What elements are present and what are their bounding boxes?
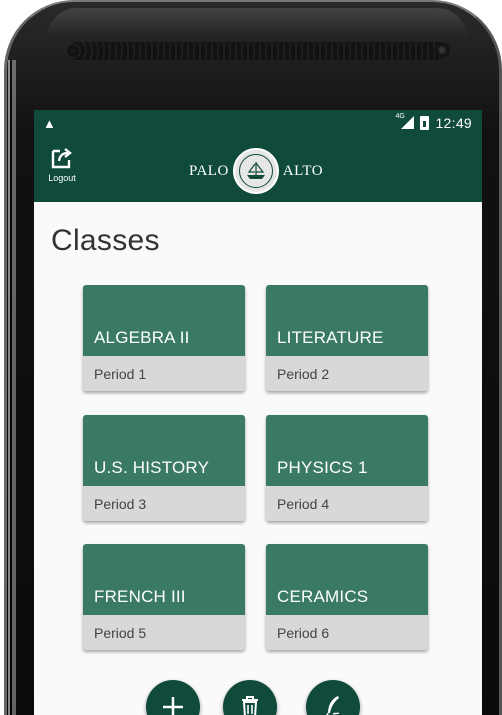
status-bar: ▲ 4G 12:49 xyxy=(34,110,482,138)
class-card[interactable]: CERAMICS Period 6 xyxy=(266,544,428,650)
logout-label: Logout xyxy=(48,173,76,183)
class-period: Period 5 xyxy=(83,615,245,650)
class-period: Period 4 xyxy=(266,486,428,521)
school-seal-icon xyxy=(232,148,279,194)
class-name: CERAMICS xyxy=(277,587,369,606)
logout-icon xyxy=(51,148,72,169)
status-clock: 12:49 xyxy=(435,115,472,131)
brand-text-right: ALTO xyxy=(282,162,324,179)
class-card[interactable]: FRENCH III Period 5 xyxy=(83,544,245,650)
class-name: U.S. HISTORY xyxy=(94,458,210,477)
class-period: Period 3 xyxy=(83,486,245,521)
phone-speaker xyxy=(67,42,447,60)
class-card[interactable]: ALGEBRA II Period 1 xyxy=(83,285,245,391)
app-screen: ▲ 4G 12:49 Logout PALO ALTO Classes ALGE… xyxy=(34,110,482,715)
class-period: Period 2 xyxy=(266,356,428,391)
class-card[interactable]: U.S. HISTORY Period 3 xyxy=(83,415,245,521)
quill-icon xyxy=(326,696,340,715)
delete-class-button[interactable] xyxy=(223,680,277,715)
edit-class-button[interactable] xyxy=(306,680,360,715)
phone-shine xyxy=(47,8,467,38)
class-period: Period 1 xyxy=(83,356,245,391)
page-title: Classes xyxy=(51,224,160,257)
class-name: PHYSICS 1 xyxy=(277,458,368,477)
class-name: FRENCH III xyxy=(94,587,186,606)
front-camera xyxy=(434,42,450,58)
logout-button[interactable]: Logout xyxy=(42,146,82,190)
status-indicators: 4G 12:49 xyxy=(395,113,472,132)
trash-icon xyxy=(242,696,258,715)
class-name: LITERATURE xyxy=(277,328,384,347)
network-type-label: 4G xyxy=(395,112,405,120)
class-name: ALGEBRA II xyxy=(94,328,190,347)
brand-text-left: PALO xyxy=(189,162,229,179)
action-buttons xyxy=(34,680,482,715)
app-bar: Logout PALO ALTO xyxy=(34,138,482,202)
signal-icon: 4G xyxy=(395,113,415,131)
phone-side-edge xyxy=(8,60,16,715)
class-period: Period 6 xyxy=(266,615,428,650)
class-card[interactable]: LITERATURE Period 2 xyxy=(266,285,428,391)
warning-icon: ▲ xyxy=(43,116,56,131)
plus-icon xyxy=(163,697,183,715)
school-logo: PALO ALTO xyxy=(189,148,323,194)
class-card[interactable]: PHYSICS 1 Period 4 xyxy=(266,415,428,521)
battery-icon xyxy=(420,116,430,130)
add-class-button[interactable] xyxy=(146,680,200,715)
